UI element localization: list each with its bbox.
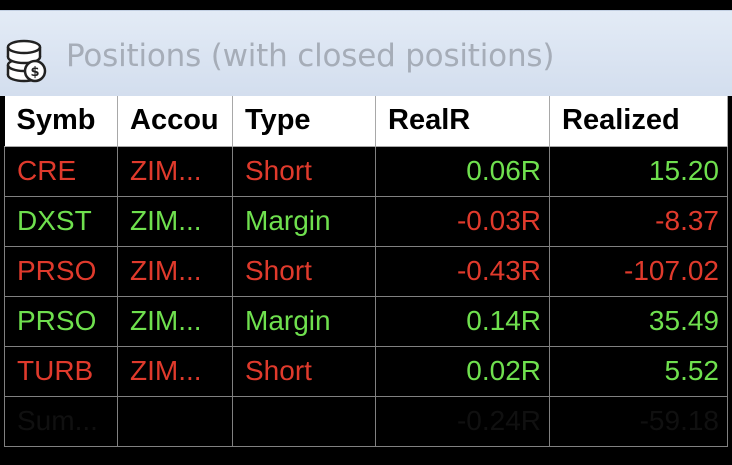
cell-type: Short (232, 145, 376, 197)
cell-account: ZIM... (117, 195, 233, 247)
cell-account: ZIM... (117, 145, 233, 197)
cell-account: ZIM... (117, 345, 233, 397)
window-title: Positions (with closed positions) (66, 38, 555, 74)
column-header-realized[interactable]: Realized (549, 96, 728, 147)
cell-type: Margin (232, 195, 376, 247)
cell-realr: -0.03R (375, 195, 550, 247)
positions-table: Symb Accou Type RealR Realized CRE ZIM..… (4, 96, 728, 447)
table-row[interactable]: TURB ZIM... Short 0.02R 5.52 (4, 345, 728, 397)
column-header-type[interactable]: Type (232, 96, 376, 147)
table-header-row: Symb Accou Type RealR Realized (4, 96, 728, 147)
cell-realr: 0.06R (375, 145, 550, 197)
coins-stack-icon: $ (6, 39, 47, 83)
summary-realr: -0.24R (375, 395, 550, 447)
table-row[interactable]: CRE ZIM... Short 0.06R 15.20 (4, 145, 728, 197)
cell-type: Short (232, 345, 376, 397)
cell-symbol: TURB (4, 345, 118, 397)
cell-type: Margin (232, 295, 376, 347)
column-header-account[interactable]: Accou (117, 96, 233, 147)
summary-row[interactable]: Sum... -0.24R -59.18 (4, 395, 728, 447)
positions-window: $ Positions (with closed positions) Symb… (0, 10, 732, 465)
column-header-realr[interactable]: RealR (375, 96, 550, 147)
svg-text:$: $ (30, 65, 39, 80)
cell-symbol: DXST (4, 195, 118, 247)
summary-realized: -59.18 (549, 395, 728, 447)
cell-type: Short (232, 245, 376, 297)
cell-account: ZIM... (117, 245, 233, 297)
summary-label: Sum... (4, 395, 118, 447)
cell-realr: -0.43R (375, 245, 550, 297)
cell-realized: 35.49 (549, 295, 728, 347)
cell-symbol: PRSO (4, 295, 118, 347)
window-titlebar[interactable]: $ Positions (with closed positions) (0, 10, 732, 96)
cell-account: ZIM... (117, 295, 233, 347)
cell-realized: 15.20 (549, 145, 728, 197)
window-bottom-edge (0, 457, 732, 465)
cell-realized: 5.52 (549, 345, 728, 397)
cell-symbol: PRSO (4, 245, 118, 297)
table-row[interactable]: DXST ZIM... Margin -0.03R -8.37 (4, 195, 728, 247)
cell-realr: 0.14R (375, 295, 550, 347)
cell-symbol: CRE (4, 145, 118, 197)
cell-realized: -107.02 (549, 245, 728, 297)
cell-realized: -8.37 (549, 195, 728, 247)
table-row[interactable]: PRSO ZIM... Short -0.43R -107.02 (4, 245, 728, 297)
summary-type (232, 395, 376, 447)
summary-account (117, 395, 233, 447)
column-header-symbol[interactable]: Symb (4, 96, 118, 147)
table-row[interactable]: PRSO ZIM... Margin 0.14R 35.49 (4, 295, 728, 347)
cell-realr: 0.02R (375, 345, 550, 397)
